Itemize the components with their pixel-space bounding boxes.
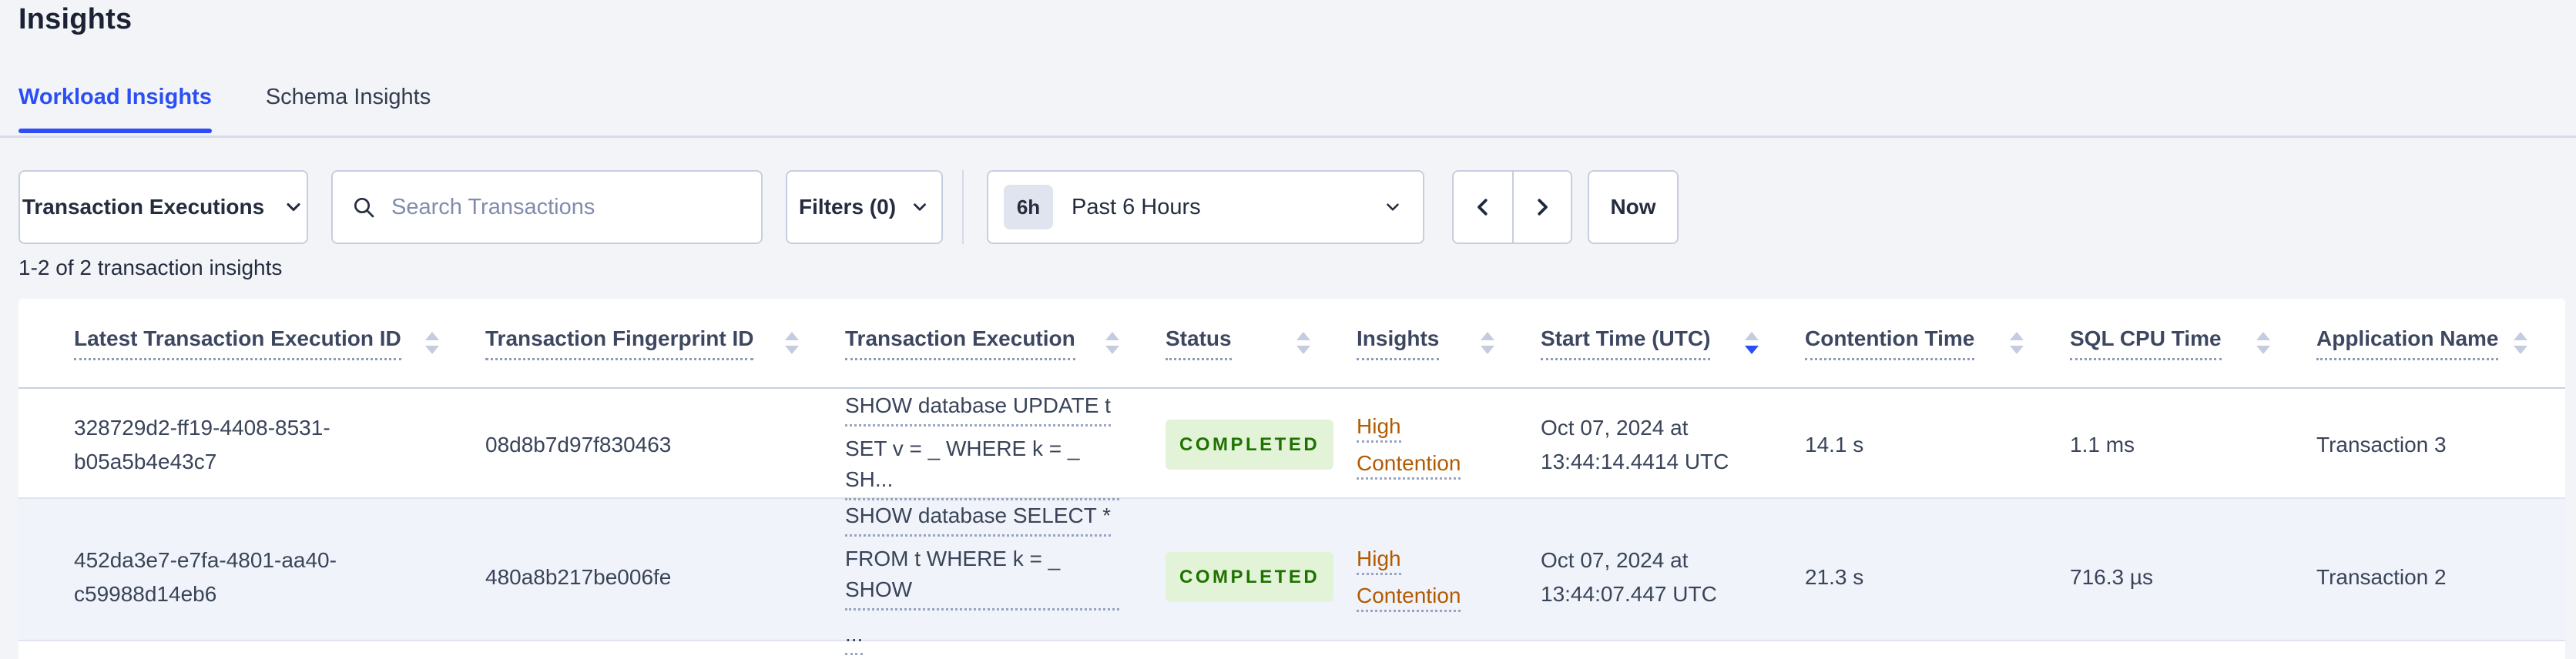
next-time-range-button[interactable]: [1512, 172, 1571, 243]
tab-schema-insights[interactable]: Schema Insights: [266, 85, 431, 133]
cell-transaction-execution: SHOW database UPDATE t SET v = _ WHERE k…: [845, 389, 1166, 500]
cell-transaction-execution: SHOW database SELECT * FROM t WHERE k = …: [845, 499, 1166, 655]
status-badge: COMPLETED: [1166, 552, 1334, 602]
column-header-sql-cpu-time[interactable]: SQL CPU Time: [2070, 299, 2316, 387]
now-label: Now: [1610, 195, 1656, 219]
sort-arrows-icon: [1729, 332, 1759, 354]
time-range-dropdown[interactable]: 6h Past 6 Hours: [987, 170, 1424, 244]
cell-execution-id: 452da3e7-e7fa-4801-aa40-c59988d14eb6: [74, 547, 337, 606]
column-header-insights[interactable]: Insights: [1357, 299, 1541, 387]
table-header-row: Latest Transaction Execution ID Transact…: [18, 299, 2565, 389]
search-input[interactable]: [390, 193, 743, 221]
cell-start-time: Oct 07, 2024 at 13:44:14.4414 UTC: [1541, 415, 1729, 473]
results-summary: 1-2 of 2 transaction insights: [18, 256, 283, 279]
time-step-group: [1452, 170, 1572, 244]
time-range-badge: 6h: [1004, 185, 1053, 229]
insights-table: Latest Transaction Execution ID Transact…: [18, 299, 2565, 659]
sort-arrows-icon: [1090, 332, 1119, 354]
sort-arrows-icon: [1281, 332, 1310, 354]
cell-contention-time: 14.1 s: [1805, 432, 1864, 457]
page-title: Insights: [18, 3, 132, 35]
chevron-down-icon: [283, 196, 304, 218]
transaction-execution-link[interactable]: SET v = _ WHERE k = _ SH...: [845, 433, 1119, 500]
cell-status: COMPLETED: [1166, 420, 1357, 470]
chevron-left-icon: [1471, 194, 1494, 220]
tabs-bar: Workload Insights Schema Insights: [0, 85, 2576, 138]
execution-type-dropdown[interactable]: Transaction Executions: [18, 170, 308, 244]
table-row: 452da3e7-e7fa-4801-aa40-c59988d14eb6 480…: [18, 499, 2565, 655]
insight-link[interactable]: High Contention: [1357, 413, 1461, 480]
column-header-start-time[interactable]: Start Time (UTC): [1541, 299, 1805, 387]
filters-label: Filters (0): [798, 195, 897, 219]
column-header-transaction-execution[interactable]: Transaction Execution: [845, 299, 1166, 387]
cell-status: COMPLETED: [1166, 552, 1357, 602]
sort-arrows-icon: [770, 332, 799, 354]
sort-arrows-icon: [410, 332, 439, 354]
transaction-execution-link[interactable]: SHOW database SELECT *: [845, 500, 1111, 537]
previous-time-range-button[interactable]: [1454, 172, 1512, 243]
cell-application-name: Transaction 2: [2316, 564, 2447, 589]
search-icon: [351, 195, 376, 219]
sort-arrows-icon: [2498, 332, 2528, 354]
sort-arrows-icon: [2241, 332, 2270, 354]
now-button[interactable]: Now: [1588, 170, 1679, 244]
sort-arrows-icon: [1465, 332, 1494, 354]
transaction-execution-link[interactable]: FROM t WHERE k = _ SHOW: [845, 544, 1119, 610]
search-box: [331, 170, 763, 244]
cell-sql-cpu-time: 716.3 µs: [2070, 564, 2153, 589]
toolbar-divider: [962, 170, 964, 244]
chevron-down-icon: [910, 197, 930, 217]
cell-contention-time: 21.3 s: [1805, 564, 1864, 589]
cell-insights: High Contention: [1357, 408, 1541, 482]
tabs-divider: [0, 135, 2576, 138]
cell-start-time: Oct 07, 2024 at 13:44:07.447 UTC: [1541, 547, 1717, 606]
cell-sql-cpu-time: 1.1 ms: [2070, 432, 2135, 457]
status-badge: COMPLETED: [1166, 420, 1334, 470]
chevron-down-icon: [1383, 197, 1403, 217]
toolbar: Transaction Executions Filters (0) 6h Pa…: [18, 170, 1679, 244]
cell-fingerprint-id: 08d8b7d97f830463: [485, 432, 672, 457]
table-row: 328729d2-ff19-4408-8531-b05a5b4e43c7 08d…: [18, 389, 2565, 500]
column-header-transaction-fingerprint-id[interactable]: Transaction Fingerprint ID: [485, 299, 845, 387]
column-header-status[interactable]: Status: [1166, 299, 1357, 387]
transaction-execution-link[interactable]: SHOW database UPDATE t: [845, 390, 1111, 427]
filters-button[interactable]: Filters (0): [786, 170, 943, 244]
tab-workload-insights[interactable]: Workload Insights: [18, 85, 212, 133]
sort-arrows-icon: [1994, 332, 2024, 354]
insight-link[interactable]: High Contention: [1357, 546, 1461, 612]
transaction-execution-link[interactable]: ...: [845, 619, 864, 655]
cell-application-name: Transaction 3: [2316, 432, 2447, 457]
cell-insights: High Contention: [1357, 540, 1541, 614]
time-range-label: Past 6 Hours: [1072, 194, 1201, 219]
cell-execution-id: 328729d2-ff19-4408-8531-b05a5b4e43c7: [74, 415, 330, 473]
cell-fingerprint-id: 480a8b217be006fe: [485, 564, 672, 589]
column-header-application-name[interactable]: Application Name: [2316, 299, 2565, 387]
column-header-contention-time[interactable]: Contention Time: [1805, 299, 2070, 387]
column-header-latest-transaction-execution-id[interactable]: Latest Transaction Execution ID: [18, 299, 485, 387]
execution-type-label: Transaction Executions: [22, 195, 265, 219]
chevron-right-icon: [1531, 194, 1554, 220]
